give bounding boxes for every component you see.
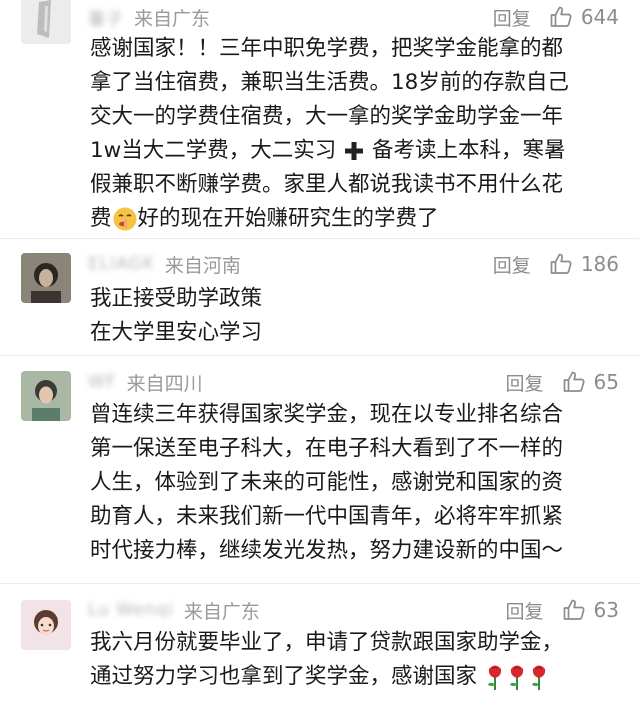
comment-meta: Lu Wenqi 来自广东 bbox=[88, 596, 260, 624]
comment-line: 假兼职不断赚学费。家里人都说我读书不用什么花 bbox=[90, 172, 564, 197]
comment-text-segment: 备考读上本科，寒暑 bbox=[371, 138, 566, 163]
comment-text-segment: 好的现在开始赚研究生的学费了 bbox=[137, 206, 439, 231]
like-button[interactable]: 186 bbox=[549, 252, 619, 276]
comment-line: 曾连续三年获得国家奖学金，现在以专业排名综合 bbox=[90, 402, 564, 427]
rose-icon bbox=[531, 665, 545, 690]
username[interactable]: WF bbox=[88, 372, 117, 392]
like-count: 186 bbox=[580, 252, 619, 276]
comment-text: 我正接受助学政策 在大学里安心学习 bbox=[90, 282, 262, 350]
comment-line: 通过努力学习也拿到了奖学金，感谢国家 bbox=[90, 660, 563, 694]
comment-line: 感谢国家！！三年中职免学费，把奖学金能拿的都 bbox=[90, 36, 564, 61]
comment-line: 我正接受助学政策 bbox=[90, 286, 263, 311]
rose-icon bbox=[487, 665, 501, 690]
divider bbox=[0, 583, 639, 584]
comment-line: 费好的现在开始赚研究生的学费了 bbox=[90, 202, 569, 236]
location-label: 来自广东 bbox=[134, 7, 211, 30]
comment-text: 曾连续三年获得国家奖学金，现在以专业排名综合 第一保送至电子科大，在电子科大看到… bbox=[90, 398, 563, 568]
comment-meta: 薯子 来自广东 bbox=[88, 3, 210, 31]
comment-actions: 回复 186 bbox=[493, 250, 619, 278]
comment-meta: WF 来自四川 bbox=[88, 368, 203, 396]
like-button[interactable]: 63 bbox=[562, 598, 619, 622]
username[interactable]: Lu Wenqi bbox=[88, 600, 174, 620]
comment-line: 1w当大二学费，大二实习 备考读上本科，寒暑 bbox=[90, 134, 569, 168]
thumbs-up-icon bbox=[563, 371, 585, 392]
thumbs-up-icon bbox=[550, 6, 572, 27]
reply-button[interactable]: 回复 bbox=[493, 4, 531, 31]
avatar[interactable] bbox=[21, 253, 71, 303]
comment-line: 助育人，未来我们新一代中国青年，必将牢牢抓紧 bbox=[90, 504, 564, 529]
thumbs-up-icon bbox=[563, 599, 585, 620]
comment-text: 我六月份就要毕业了，申请了贷款跟国家助学金， 通过努力学习也拿到了奖学金，感谢国… bbox=[90, 626, 563, 694]
location-label: 来自四川 bbox=[126, 372, 203, 395]
avatar-image bbox=[21, 0, 71, 44]
reply-button[interactable]: 回复 bbox=[493, 251, 531, 278]
heavy-plus-icon bbox=[345, 142, 364, 160]
avatar[interactable] bbox=[21, 600, 71, 650]
thumbs-up-icon bbox=[550, 253, 572, 274]
divider bbox=[0, 355, 639, 356]
avatar[interactable] bbox=[21, 0, 71, 44]
avatar-image bbox=[21, 253, 71, 303]
username[interactable]: ELIAGK bbox=[88, 254, 155, 274]
comment-meta: ELIAGK 来自河南 bbox=[88, 250, 241, 278]
comment-line: 我六月份就要毕业了，申请了贷款跟国家助学金， bbox=[90, 630, 564, 655]
divider bbox=[0, 238, 639, 239]
comment-actions: 回复 65 bbox=[506, 368, 619, 396]
reply-button[interactable]: 回复 bbox=[506, 369, 544, 396]
comment-text: 感谢国家！！三年中职免学费，把奖学金能拿的都 拿了当住宿费，兼职当生活费。18岁… bbox=[90, 32, 569, 236]
comment-text-segment: 通过努力学习也拿到了奖学金，感谢国家 bbox=[90, 664, 478, 689]
like-count: 63 bbox=[593, 598, 619, 622]
avatar[interactable] bbox=[21, 371, 71, 421]
comment-line: 交大一的学费住宿费，大一拿的奖学金助学金一年 bbox=[90, 104, 564, 129]
location-label: 来自广东 bbox=[183, 600, 260, 623]
reply-button[interactable]: 回复 bbox=[506, 597, 544, 624]
comment-line: 第一保送至电子科大，在电子科大看到了不一样的 bbox=[90, 436, 564, 461]
like-count: 65 bbox=[593, 370, 619, 394]
comment-text-segment: 费 bbox=[90, 206, 112, 231]
comment-line: 拿了当住宿费，兼职当生活费。18岁前的存款自己 bbox=[90, 70, 569, 95]
comment-line: 人生，体验到了未来的可能性，感谢党和国家的资 bbox=[90, 470, 564, 495]
avatar-image bbox=[21, 600, 71, 650]
comment-line: 在大学里安心学习 bbox=[90, 320, 263, 345]
like-button[interactable]: 644 bbox=[549, 5, 619, 29]
comment-actions: 回复 63 bbox=[506, 596, 619, 624]
comment-text-segment: 1w当大二学费，大二实习 bbox=[90, 138, 337, 163]
username[interactable]: 薯子 bbox=[88, 5, 124, 30]
comment-line: 时代接力棒，继续发光发热，努力建设新的中国～ bbox=[90, 538, 564, 563]
like-button[interactable]: 65 bbox=[562, 370, 619, 394]
avatar-image bbox=[21, 371, 71, 421]
location-label: 来自河南 bbox=[164, 254, 241, 277]
shushing-face-icon bbox=[113, 207, 137, 231]
like-count: 644 bbox=[580, 5, 619, 29]
comment-actions: 回复 644 bbox=[493, 3, 619, 31]
rose-icon bbox=[509, 665, 523, 690]
